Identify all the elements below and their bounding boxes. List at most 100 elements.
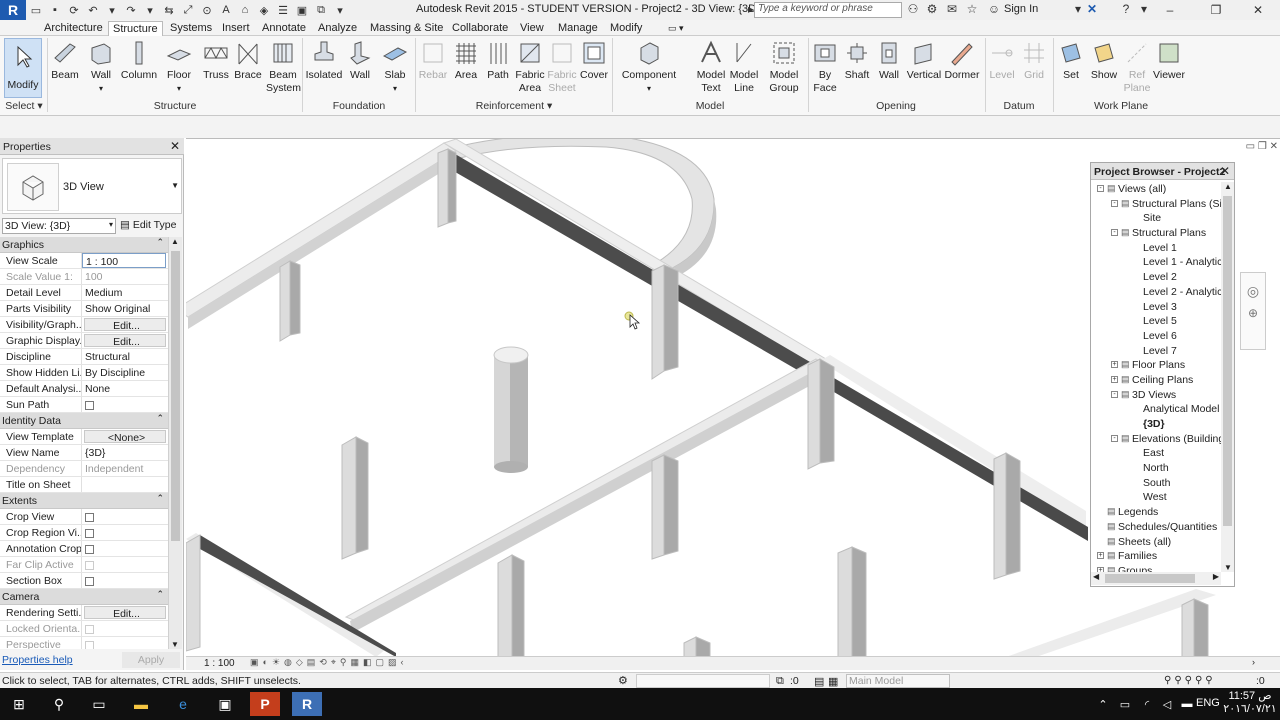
collapse-icon[interactable]: - [1111, 229, 1118, 237]
vertical-opening-button[interactable]: Vertical [906, 40, 942, 82]
model-group-button[interactable]: Model Group [764, 40, 804, 95]
editable-only-icon[interactable]: ⧉ [776, 675, 784, 688]
edge-browser-icon[interactable]: e [168, 692, 198, 716]
close-button[interactable]: ✕ [1236, 0, 1280, 20]
undo-icon[interactable]: ↶ [85, 2, 101, 18]
measure-icon[interactable]: ⇆ [161, 2, 177, 18]
model-line-button[interactable]: Model Line [728, 40, 760, 95]
browser-node[interactable]: Level 2 - Analytica [1091, 285, 1221, 300]
by-face-button[interactable]: By Face [810, 40, 840, 95]
browser-node[interactable]: + ▤ Floor Plans [1091, 358, 1221, 373]
properties-scrollbar[interactable]: ▲ ▼ [168, 237, 182, 649]
browser-node[interactable]: Level 2 [1091, 270, 1221, 285]
beam-button[interactable]: Beam [50, 40, 80, 82]
browser-node[interactable]: Level 1 [1091, 241, 1221, 256]
browser-node[interactable]: {3D} [1091, 417, 1221, 432]
browser-node[interactable]: Level 5 [1091, 314, 1221, 329]
revit-taskbar-icon[interactable]: R [292, 692, 322, 716]
design-option-dropdown[interactable]: Main Model [846, 674, 950, 688]
instance-filter-dropdown[interactable]: 3D View: {3D} ▾ [2, 218, 116, 234]
expand-icon[interactable]: + [1111, 375, 1118, 383]
tab-annotate[interactable]: Annotate [258, 21, 310, 36]
modify-button[interactable]: Modify [4, 38, 42, 98]
apply-button[interactable]: Apply [122, 652, 180, 668]
search-input[interactable]: Type a keyword or phrase [754, 2, 902, 18]
browser-node[interactable]: Level 1 - Analytica [1091, 255, 1221, 270]
type-selector[interactable]: 3D View ▼ [2, 158, 182, 214]
browser-node[interactable]: Level 7 [1091, 344, 1221, 359]
subscription-icon[interactable]: ⚙ [924, 2, 940, 18]
brace-button[interactable]: Brace [234, 40, 262, 82]
browser-node[interactable]: + ▤ Ceiling Plans [1091, 373, 1221, 388]
browser-vertical-scrollbar[interactable]: ▲ ▼ [1221, 182, 1234, 572]
fabric-area-button[interactable]: Fabric Area [514, 40, 546, 95]
browser-node[interactable]: + ▤ Groups [1091, 564, 1221, 572]
sun-path-checkbox[interactable] [85, 401, 94, 410]
structural-wall-button[interactable]: Wall ▾ [86, 40, 116, 95]
scroll-thumb[interactable] [1105, 574, 1195, 583]
browser-node[interactable]: - ▤ Views (all) [1091, 182, 1221, 197]
close-hidden-icon[interactable]: ▣ [294, 2, 310, 18]
collapse-icon[interactable]: - [1111, 390, 1118, 398]
star-icon[interactable]: ☆ [964, 2, 980, 18]
view-template-button[interactable]: <None> [84, 430, 166, 443]
selection-option-icons[interactable]: ⚲⚲⚲⚲⚲ [1164, 675, 1216, 686]
communication-icon[interactable]: ✉ [944, 2, 960, 18]
ref-plane-button[interactable]: Ref Plane [1122, 40, 1152, 95]
view-name-value[interactable]: {3D} [82, 445, 168, 460]
wall-opening-button[interactable]: Wall [874, 40, 904, 82]
customize-qat-icon[interactable]: ▾ [332, 2, 348, 18]
browser-node[interactable]: - ▤ 3D Views [1091, 388, 1221, 403]
design-options-icon[interactable]: ▤ [814, 675, 824, 688]
scroll-right-icon[interactable]: › [1252, 657, 1255, 667]
viewer-button[interactable]: Viewer [1152, 40, 1186, 82]
tab-architecture[interactable]: Architecture [40, 21, 107, 36]
browser-node[interactable]: West [1091, 490, 1221, 505]
browser-node[interactable]: - ▤ Structural Plans [1091, 226, 1221, 241]
ribbon-minimize-icon[interactable]: ▭ ▾ [664, 21, 688, 36]
annotation-crop-checkbox[interactable] [85, 545, 94, 554]
restore-button[interactable]: ❐ [1194, 0, 1238, 20]
show-hidden-lines-value[interactable]: By Discipline [82, 365, 168, 380]
tag-icon[interactable]: ⊙ [199, 2, 215, 18]
browser-horizontal-scrollbar[interactable]: ◀ ▶ [1091, 572, 1221, 585]
help-icon[interactable]: ? [1118, 2, 1134, 18]
workset-dropdown[interactable] [636, 674, 770, 688]
visibility-graphics-edit-button[interactable]: Edit... [84, 318, 166, 331]
view-scale-input[interactable]: 1 : 100 [82, 253, 166, 268]
path-reinforcement-button[interactable]: Path [484, 40, 512, 82]
browser-node[interactable]: East [1091, 446, 1221, 461]
close-icon[interactable]: ✕ [170, 139, 180, 153]
parts-visibility-value[interactable]: Show Original [82, 301, 168, 316]
tab-systems[interactable]: Systems [166, 21, 216, 36]
tab-massing-site[interactable]: Massing & Site [366, 21, 447, 36]
expand-icon[interactable]: + [1111, 361, 1118, 369]
browser-node[interactable]: North [1091, 461, 1221, 476]
beam-system-button[interactable]: Beam System [266, 40, 301, 95]
grid-button[interactable]: Grid [1020, 40, 1048, 82]
title-on-sheet-value[interactable] [82, 477, 168, 492]
minimize-button[interactable]: – [1148, 0, 1192, 20]
group-identity-data[interactable]: Identity Data ⌃ [0, 413, 168, 429]
rebar-button[interactable]: Rebar [418, 40, 448, 82]
dormer-button[interactable]: Dormer [944, 40, 980, 82]
app-icon[interactable]: ▣ [210, 692, 240, 716]
browser-node[interactable]: Analytical Model [1091, 402, 1221, 417]
reinforcement-panel-label[interactable]: Reinforcement ▾ [416, 100, 612, 112]
default-analysis-value[interactable]: None [82, 381, 168, 396]
scroll-thumb[interactable] [1223, 196, 1232, 526]
browser-node[interactable]: Level 3 [1091, 300, 1221, 315]
browser-node[interactable]: + ▤ Families [1091, 549, 1221, 564]
view-control-icons[interactable]: ▣◐☀◍◇▤⟲⌖⚲▦◧▢▨‹ [250, 657, 408, 668]
tab-collaborate[interactable]: Collaborate [448, 21, 512, 36]
discipline-value[interactable]: Structural [82, 349, 168, 364]
windows-start-icon[interactable]: ⊞ [4, 692, 34, 716]
crop-view-checkbox[interactable] [85, 513, 94, 522]
show-workplane-button[interactable]: Show [1088, 40, 1120, 82]
area-reinforcement-button[interactable]: Area [452, 40, 480, 82]
sign-in-button[interactable]: Sign In [1004, 3, 1038, 15]
browser-node[interactable]: ▤ Legends [1091, 505, 1221, 520]
group-extents[interactable]: Extents ⌃ [0, 493, 168, 509]
thin-lines-icon[interactable]: ☰ [275, 2, 291, 18]
aligned-dimension-icon[interactable]: ⤢ [180, 2, 196, 18]
